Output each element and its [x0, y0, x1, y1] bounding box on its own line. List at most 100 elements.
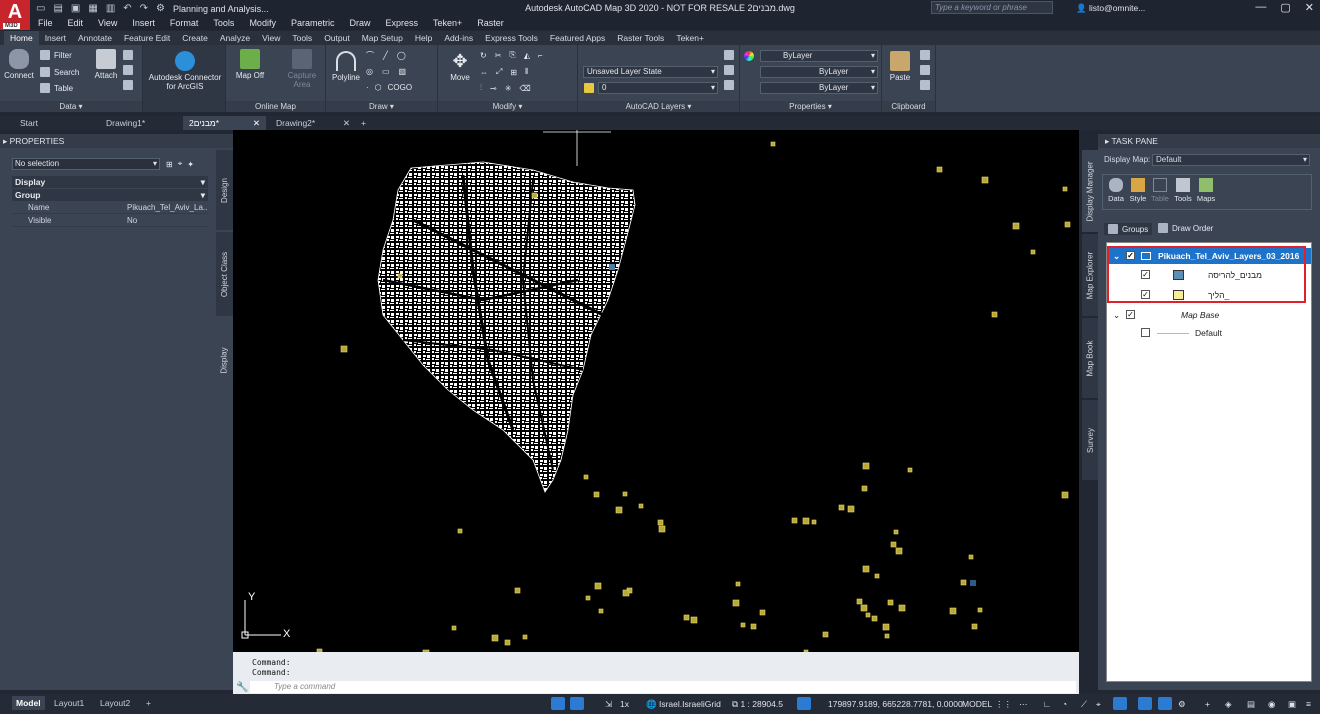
customize-icon[interactable]: 🔧 [236, 682, 248, 693]
search-input[interactable]: Type a keyword or phrase [931, 1, 1053, 14]
match-properties-icon[interactable] [920, 80, 930, 90]
tree-layer-row-1[interactable]: ✓ מבנים_להריסה [1107, 267, 1311, 283]
arcgis-connector-button[interactable]: Autodesk Connector for ArcGIS [145, 51, 225, 91]
layer1-checkbox[interactable]: ✓ [1141, 270, 1150, 279]
side-tab-survey[interactable]: Survey [1082, 400, 1098, 480]
close-tab-icon[interactable]: ✕ [343, 116, 350, 130]
lineweight-dropdown[interactable]: ByLayer [760, 82, 878, 94]
annotation-icon[interactable] [570, 697, 584, 710]
copy-icon[interactable]: ⎘ [509, 50, 515, 60]
tab-view[interactable]: View [256, 31, 286, 45]
doc-tab-active[interactable]: מבנים2* ✕ [183, 116, 266, 130]
connect-button[interactable]: Connect [4, 49, 34, 80]
polyline-button[interactable]: Polyline [329, 51, 363, 82]
map-base-checkbox[interactable]: ✓ [1126, 310, 1135, 319]
cogo-button[interactable]: COGO [388, 83, 412, 92]
color-wheel-icon[interactable] [744, 51, 754, 61]
side-tab-display[interactable]: Display [216, 318, 233, 403]
display-section[interactable]: Display ▾ [12, 176, 208, 188]
tools-tool[interactable]: Tools [1172, 178, 1194, 203]
selection-dropdown[interactable]: No selection [12, 158, 160, 170]
doc-tab-drawing1[interactable]: Drawing1* [100, 116, 180, 130]
scale-factor[interactable]: 1x [620, 697, 629, 711]
hatch-icon[interactable]: ▨ [399, 67, 407, 76]
coordinate-system[interactable]: 🌐 Israel.IsraeliGrid [646, 697, 721, 711]
linetype-dropdown[interactable]: ByLayer [760, 66, 878, 78]
menu-view[interactable]: View [90, 17, 124, 30]
tree-default-row[interactable]: Default [1107, 325, 1311, 341]
viewport-scale[interactable]: ⧉ 1 : 28904.5 [732, 697, 783, 711]
table-button[interactable]: Table [40, 83, 73, 93]
osnap-tracking-icon[interactable]: ⌖ [1096, 697, 1101, 711]
current-layer-dropdown[interactable]: 0 [598, 82, 718, 94]
online-map-panel-title[interactable]: Online Map [226, 101, 325, 112]
menu-tools[interactable]: Tools [205, 17, 241, 30]
tab-output[interactable]: Output [318, 31, 356, 45]
array-icon[interactable]: ⊞ [510, 68, 517, 77]
make-current-icon[interactable] [724, 65, 734, 75]
tab-raster-tools[interactable]: Raster Tools [611, 31, 670, 45]
draw-order-button[interactable]: Draw Order [1158, 223, 1213, 233]
close-icon[interactable]: ✕ [1305, 1, 1314, 14]
property-row-visible[interactable]: Visible No [12, 215, 208, 227]
map-off-button[interactable]: Map Off [232, 49, 268, 80]
modify-panel-title[interactable]: Modify ▾ [438, 101, 577, 112]
close-tab-icon[interactable]: ✕ [253, 116, 260, 130]
tree-group-row[interactable]: ⌄ ✓ Pikuach_Tel_Aviv_Layers_03_2016 [1107, 248, 1311, 264]
new-tab-button[interactable]: + [358, 116, 372, 130]
tab-insert[interactable]: Insert [39, 31, 72, 45]
cut-icon[interactable] [920, 50, 930, 60]
tab-help[interactable]: Help [409, 31, 438, 45]
side-tab-map-book[interactable]: Map Book [1082, 318, 1098, 398]
lineweight-icon[interactable] [1138, 697, 1152, 710]
isodraft-icon[interactable]: ⟋ [1081, 697, 1087, 711]
snap-icon[interactable]: ⋯ [1019, 697, 1028, 711]
arc-icon[interactable]: ⌒ [366, 50, 374, 61]
transparency-icon[interactable] [1158, 697, 1172, 710]
layer2-style-swatch[interactable] [1173, 290, 1184, 300]
quick-select-icon[interactable]: ✦ [187, 160, 194, 169]
color-dropdown[interactable]: ByLayer [760, 50, 878, 62]
drawing-canvas[interactable]: Y X [233, 130, 1079, 652]
tab-home[interactable]: Home [4, 31, 39, 45]
tab-analyze[interactable]: Analyze [214, 31, 256, 45]
tab-tools[interactable]: Tools [286, 31, 318, 45]
scale-icon[interactable]: ⤢ [496, 67, 502, 77]
clipboard-panel-title[interactable]: Clipboard [882, 101, 935, 112]
isolate-icon[interactable]: ◉ [1268, 697, 1275, 711]
erase-icon[interactable]: ⌫ [519, 84, 530, 93]
layer1-style-swatch[interactable] [1173, 270, 1184, 280]
move-button[interactable]: ✥ Move [446, 51, 474, 82]
properties-panel-title[interactable]: Properties ▾ [740, 101, 881, 112]
paste-button[interactable]: Paste [886, 51, 914, 82]
break-icon[interactable]: ⫶ [480, 83, 482, 93]
polygon-icon[interactable]: ⬡ [375, 83, 382, 92]
save-as-icon[interactable]: ▦ [88, 3, 97, 14]
tab-annotate[interactable]: Annotate [72, 31, 118, 45]
close-palette-icon[interactable]: ▸ [3, 136, 10, 146]
tree-map-base-row[interactable]: ⌄ ✓ Map Base [1107, 307, 1311, 323]
capture-area-button[interactable]: Capture Area [282, 49, 322, 89]
user-account[interactable]: 👤 listo@omnite... [1076, 3, 1145, 14]
new-icon[interactable]: ▭ [36, 3, 45, 14]
match-layer-icon[interactable] [724, 80, 734, 90]
menu-edit[interactable]: Edit [60, 17, 91, 30]
menu-parametric[interactable]: Parametric [283, 17, 342, 30]
undo-icon[interactable]: ↶ [123, 3, 131, 14]
grid-icon[interactable]: ⋮⋮ [995, 697, 1012, 711]
workspace-dropdown[interactable]: Planning and Analysis... [173, 4, 269, 14]
model-space-toggle[interactable]: MODEL [962, 697, 992, 711]
tab-add-ins[interactable]: Add-ins [438, 31, 479, 45]
default-checkbox[interactable] [1141, 328, 1150, 337]
join-icon[interactable]: ⊸ [490, 84, 497, 93]
units-icon[interactable]: ◈ [1225, 697, 1232, 711]
draw-panel-title[interactable]: Draw ▾ [326, 101, 437, 112]
tab-layout1[interactable]: Layout1 [50, 696, 88, 710]
filter-button[interactable]: Filter [40, 50, 72, 60]
app-logo[interactable]: A M3D [0, 0, 30, 30]
tab-map-setup[interactable]: Map Setup [356, 31, 409, 45]
group-checkbox[interactable]: ✓ [1126, 251, 1135, 260]
side-tab-map-explorer[interactable]: Map Explorer [1082, 234, 1098, 316]
tab-featured-apps[interactable]: Featured Apps [544, 31, 611, 45]
explode-icon[interactable]: ✳ [505, 84, 512, 93]
